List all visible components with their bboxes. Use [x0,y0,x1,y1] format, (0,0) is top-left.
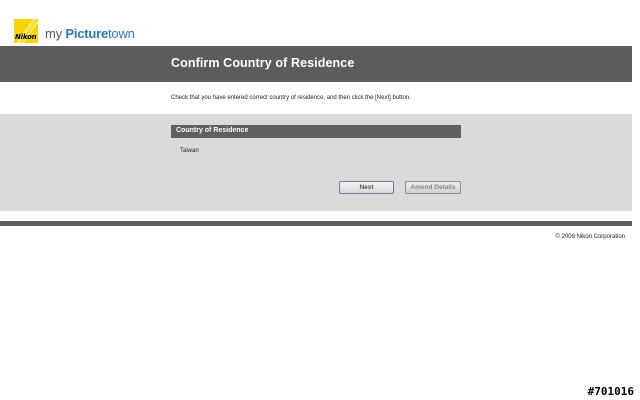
instruction-text: Check that you have entered correct coun… [171,95,411,101]
page-title: Confirm Country of Residence [171,56,355,70]
confirmation-panel: Country of Residence Taiwan Next Amend D… [0,114,632,211]
brand-suffix: town [108,25,135,41]
next-button[interactable]: Next [339,181,394,194]
title-band: Confirm Country of Residence [0,46,632,82]
page: Nikon my Picturetown Confirm Country of … [0,0,640,400]
amend-details-button[interactable]: Amend Details [405,181,461,194]
brand-name: my Picturetown [45,17,135,46]
footer-divider [0,221,632,226]
image-id-tag: #701016 [587,385,634,398]
section-header: Country of Residence [171,125,461,138]
site-logo[interactable]: Nikon my Picturetown [14,19,135,43]
nikon-logo-text: Nikon [15,33,37,41]
copyright-text: © 2008 Nikon Corporation [555,234,625,240]
brand-prefix: my [45,25,66,41]
section-header-label: Country of Residence [176,127,249,134]
country-value: Taiwan [180,148,199,154]
nikon-logo-icon: Nikon [14,19,38,43]
brand-mid: Picture [65,25,109,41]
